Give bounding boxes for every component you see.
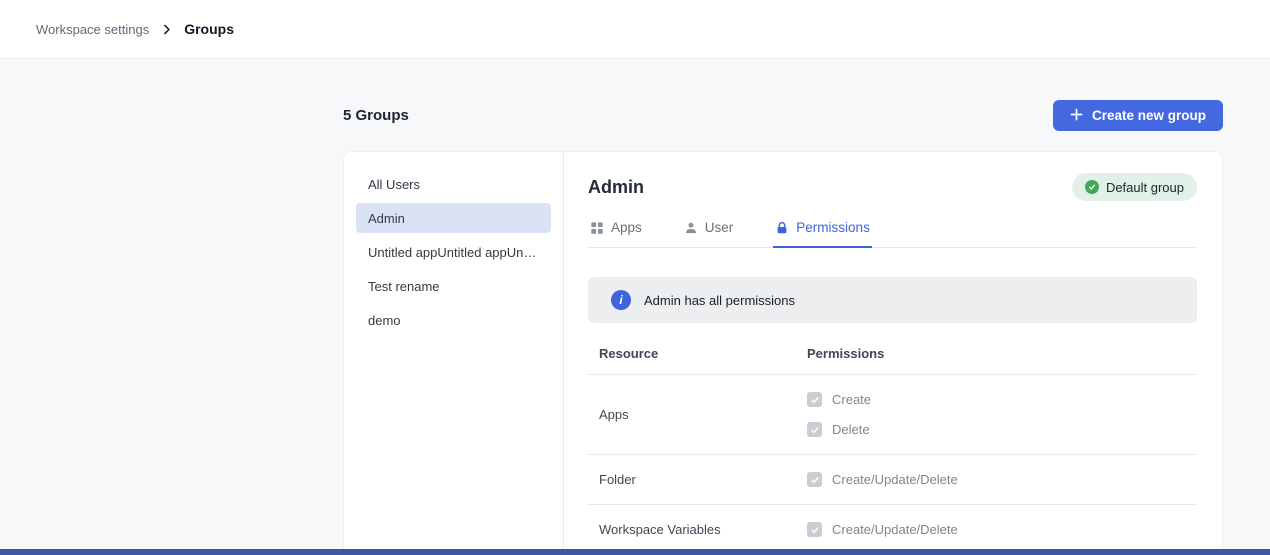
groups-card: All Users Admin Untitled appUntitled app… bbox=[343, 151, 1223, 555]
group-item-all-users[interactable]: All Users bbox=[356, 169, 551, 199]
groups-toolbar: 5 Groups Create new group bbox=[343, 100, 1223, 131]
permission-apps-delete: Delete bbox=[807, 422, 1197, 437]
info-icon: i bbox=[611, 290, 631, 310]
default-group-badge-label: Default group bbox=[1106, 180, 1184, 195]
groups-count: 5 Groups bbox=[343, 107, 409, 124]
table-row-apps: Apps Create Delete bbox=[588, 375, 1197, 455]
permission-label: Create/Update/Delete bbox=[832, 472, 958, 487]
breadcrumb-current-groups: Groups bbox=[184, 21, 234, 37]
resource-label: Workspace Variables bbox=[588, 522, 807, 537]
tab-apps[interactable]: Apps bbox=[588, 218, 644, 248]
column-header-resource: Resource bbox=[588, 346, 807, 361]
lock-icon bbox=[775, 221, 789, 235]
permission-label: Create/Update/Delete bbox=[832, 522, 958, 537]
permissions-table-header: Resource Permissions bbox=[588, 336, 1197, 375]
group-title: Admin bbox=[588, 177, 644, 198]
group-detail-header: Admin Default group bbox=[588, 173, 1197, 201]
apps-grid-icon bbox=[590, 221, 604, 235]
permissions-info-text: Admin has all permissions bbox=[644, 293, 795, 308]
group-item-untitled-app[interactable]: Untitled appUntitled appUntitle… bbox=[356, 237, 551, 267]
create-new-group-button[interactable]: Create new group bbox=[1053, 100, 1223, 131]
groups-sidebar: All Users Admin Untitled appUntitled app… bbox=[344, 152, 564, 555]
permissions-table: Resource Permissions Apps Create bbox=[588, 336, 1197, 554]
breadcrumb: Workspace settings Groups bbox=[36, 21, 234, 37]
tab-user[interactable]: User bbox=[682, 218, 736, 248]
column-header-permissions: Permissions bbox=[807, 346, 1197, 361]
resource-label: Folder bbox=[588, 472, 807, 487]
tab-permissions-label: Permissions bbox=[796, 220, 870, 235]
table-row-folder: Folder Create/Update/Delete bbox=[588, 455, 1197, 505]
group-item-demo[interactable]: demo bbox=[356, 305, 551, 335]
table-row-workspace-variables: Workspace Variables Create/Update/Delete bbox=[588, 505, 1197, 554]
group-item-admin[interactable]: Admin bbox=[356, 203, 551, 233]
tab-apps-label: Apps bbox=[611, 220, 642, 235]
bottom-bar bbox=[0, 549, 1270, 555]
create-new-group-label: Create new group bbox=[1092, 108, 1206, 123]
chevron-right-icon bbox=[160, 23, 173, 36]
resource-label: Apps bbox=[588, 407, 807, 422]
permission-wsvar-cud: Create/Update/Delete bbox=[807, 522, 1197, 537]
check-circle-icon bbox=[1085, 180, 1099, 194]
checkbox-apps-delete[interactable] bbox=[807, 422, 822, 437]
permission-label: Create bbox=[832, 392, 871, 407]
user-icon bbox=[684, 221, 698, 235]
tab-user-label: User bbox=[705, 220, 734, 235]
page-body: 5 Groups Create new group All Users Admi… bbox=[343, 100, 1223, 555]
group-tabs: Apps User Permissions bbox=[588, 218, 1197, 248]
group-item-test-rename[interactable]: Test rename bbox=[356, 271, 551, 301]
permission-label: Delete bbox=[832, 422, 870, 437]
checkbox-folder-cud[interactable] bbox=[807, 472, 822, 487]
group-detail-pane: Admin Default group Apps bbox=[564, 152, 1222, 555]
permission-apps-create: Create bbox=[807, 392, 1197, 407]
checkbox-wsvar-cud[interactable] bbox=[807, 522, 822, 537]
top-header: Workspace settings Groups bbox=[0, 0, 1270, 59]
permissions-info-banner: i Admin has all permissions bbox=[588, 277, 1197, 323]
permission-folder-cud: Create/Update/Delete bbox=[807, 472, 1197, 487]
tab-permissions[interactable]: Permissions bbox=[773, 218, 872, 248]
plus-icon bbox=[1070, 108, 1083, 124]
breadcrumb-workspace-settings[interactable]: Workspace settings bbox=[36, 22, 149, 37]
default-group-badge: Default group bbox=[1072, 173, 1197, 201]
checkbox-apps-create[interactable] bbox=[807, 392, 822, 407]
